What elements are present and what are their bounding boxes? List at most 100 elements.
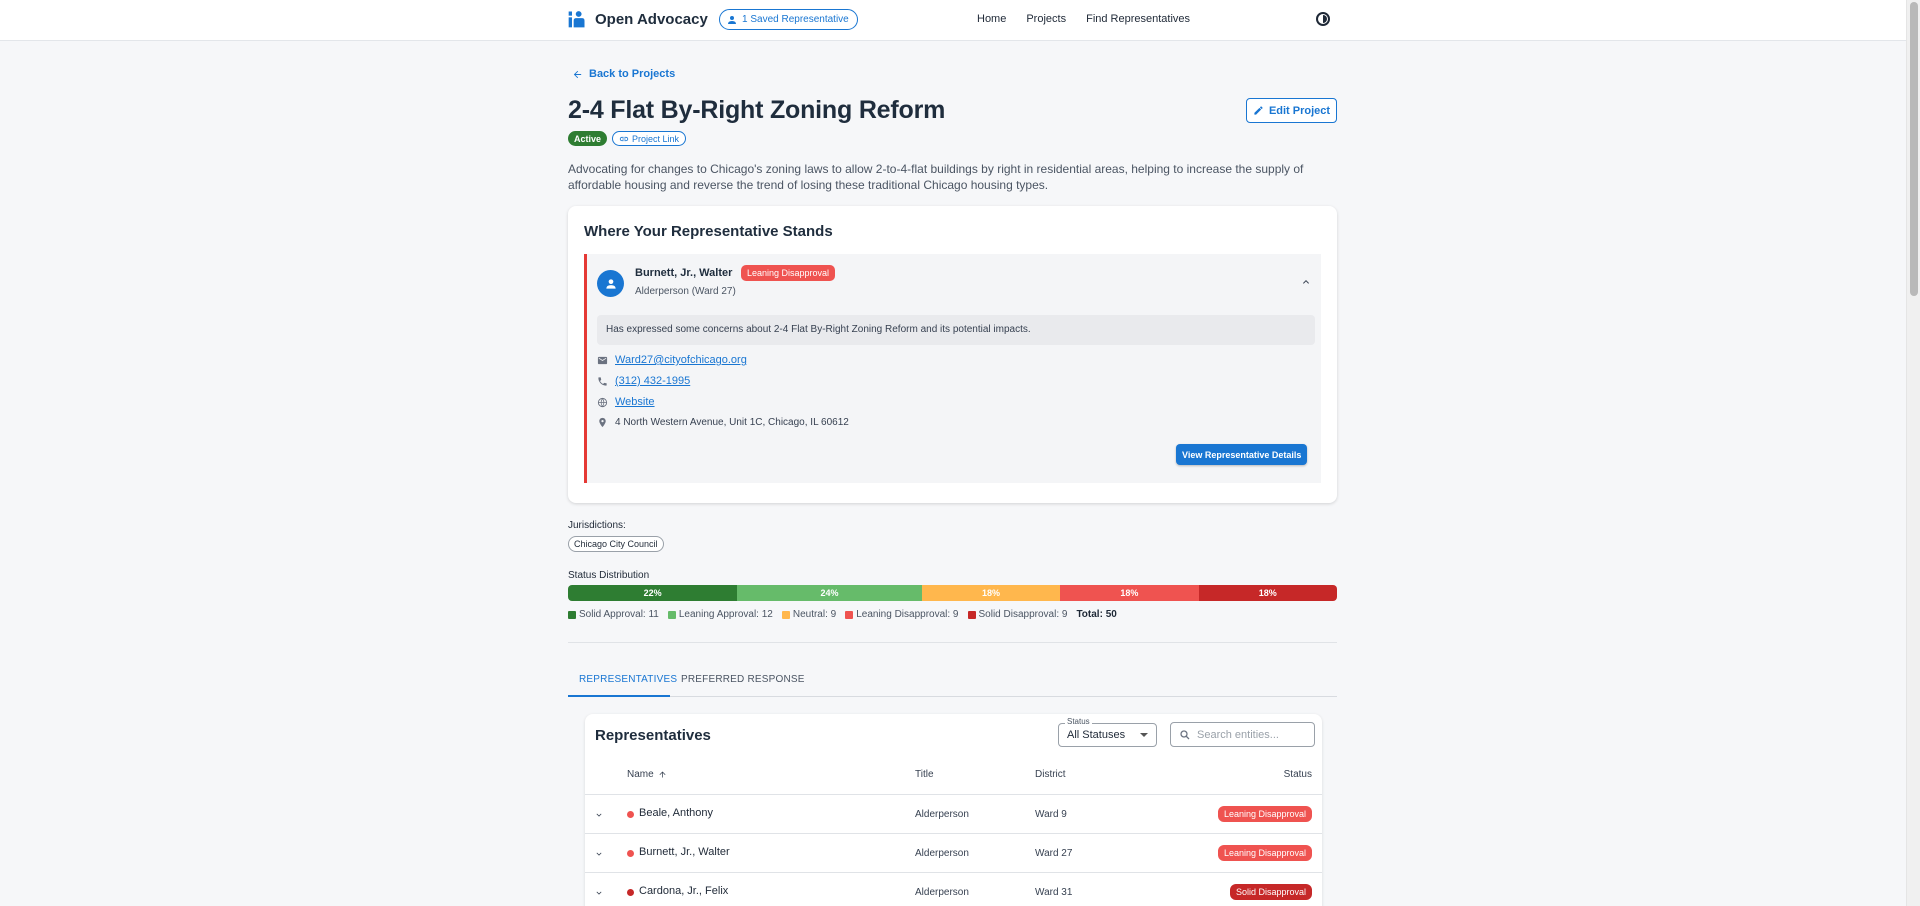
edit-project-label: Edit Project: [1268, 104, 1331, 117]
jurisdiction-chip: Chicago City Council: [568, 536, 664, 552]
legend-label: Neutral: 9: [792, 609, 837, 620]
representative-stand-card: Where Your Representative Stands Burnett…: [568, 206, 1337, 503]
status-dot: [627, 850, 634, 857]
row-district: Ward 27: [1035, 848, 1073, 859]
status-dot: [627, 889, 634, 896]
status-badge: Leaning Disapproval: [1217, 806, 1312, 822]
legend-item: Solid Approval: 11: [568, 609, 659, 620]
column-header-name-label: Name: [627, 769, 654, 780]
distribution-segment: 18%: [1198, 585, 1337, 601]
page-title: 2-4 Flat By-Right Zoning Reform: [568, 96, 946, 124]
chevron-up-icon[interactable]: [1300, 276, 1312, 288]
scroll-thumb[interactable]: [1910, 2, 1918, 296]
saved-representative-chip[interactable]: 1 Saved Representative: [719, 9, 858, 30]
project-tabs: REPRESENTATIVES PREFERRED RESPONSE: [568, 667, 1337, 697]
legend-item: Neutral: 9: [781, 609, 837, 620]
nav-home[interactable]: Home: [977, 13, 1006, 25]
representative-note: Has expressed some concerns about 2-4 Fl…: [597, 315, 1315, 345]
project-link-label: Project Link: [632, 133, 680, 144]
website-link[interactable]: Website: [615, 396, 655, 408]
table-row[interactable]: Beale, Anthony Alderperson Ward 9 Leaning D…: [585, 795, 1322, 834]
legend-swatch: [967, 610, 976, 619]
search-icon: [1180, 729, 1190, 739]
legend-total: Total: 50: [1076, 609, 1117, 620]
globe-icon: [597, 397, 608, 407]
nav-find-representatives[interactable]: Find Representatives: [1086, 13, 1190, 25]
distribution-segment: 18%: [921, 585, 1061, 601]
tab-representatives[interactable]: REPRESENTATIVES: [579, 674, 677, 685]
phone-icon: [598, 376, 607, 386]
legend-label: Leaning Approval: 12: [678, 609, 773, 620]
email-link[interactable]: Ward27@cityofchicago.org: [615, 354, 747, 366]
column-header-title[interactable]: Title: [915, 769, 934, 780]
active-tab-indicator: [568, 695, 670, 697]
representative-panel: Burnett, Jr., Walter Leaning Disapproval…: [584, 254, 1321, 483]
website-row: Website: [597, 396, 655, 408]
sort-arrow-up-icon: [659, 771, 666, 778]
phone-row: (312) 432-1995: [597, 375, 690, 387]
phone-link[interactable]: (312) 432-1995: [615, 375, 690, 387]
project-description: Advocating for changes to Chicago's zoni…: [568, 162, 1304, 192]
row-name: Beale, Anthony: [639, 807, 714, 819]
link-icon: [619, 136, 629, 141]
distribution-segment: 22%: [568, 585, 738, 601]
nav-projects[interactable]: Projects: [1026, 13, 1066, 25]
status-dot: [627, 811, 634, 818]
back-link-label: Back to Projects: [589, 68, 676, 80]
row-name: Cardona, Jr., Felix: [639, 885, 729, 897]
search-field[interactable]: [1170, 722, 1315, 747]
pencil-icon: [1254, 106, 1263, 115]
column-header-district[interactable]: District: [1035, 769, 1066, 780]
project-link-chip[interactable]: Project Link: [612, 131, 687, 146]
view-representative-details-button[interactable]: View Representative Details: [1176, 444, 1308, 465]
section-divider: [568, 642, 1337, 643]
column-header-status[interactable]: Status: [1284, 769, 1312, 780]
top-app-bar: Open Advocacy 1 Saved Representative Hom…: [0, 0, 1906, 41]
address-row: 4 North Western Avenue, Unit 1C, Chicago…: [597, 417, 849, 428]
row-title: Alderperson: [915, 887, 969, 898]
status-badge: Solid Disapproval: [1229, 884, 1312, 900]
theme-toggle-icon[interactable]: [1315, 11, 1331, 27]
row-title: Alderperson: [915, 809, 969, 820]
row-district: Ward 9: [1035, 809, 1067, 820]
avatar: [597, 270, 624, 297]
arrow-left-icon: [573, 70, 582, 78]
address-text: 4 North Western Avenue, Unit 1C, Chicago…: [615, 417, 849, 428]
chevron-down-icon[interactable]: [594, 810, 604, 820]
status-badge: Leaning Disapproval: [1217, 845, 1312, 861]
chevron-down-icon[interactable]: [594, 849, 604, 859]
search-input[interactable]: [1197, 728, 1307, 741]
legend-swatch: [845, 610, 854, 619]
status-filter-value: All Statuses: [1067, 729, 1126, 741]
table-title: Representatives: [595, 727, 711, 744]
person-icon: [605, 278, 616, 289]
brand[interactable]: Open Advocacy: [567, 9, 708, 29]
representatives-table-card: Representatives Status All Statuses Name…: [585, 714, 1322, 906]
column-header-name[interactable]: Name: [627, 769, 667, 780]
main-nav: Home Projects Find Representatives: [977, 13, 1190, 25]
legend-label: Leaning Disapproval: 9: [856, 609, 959, 620]
brand-name: Open Advocacy: [595, 10, 708, 28]
email-icon: [597, 356, 608, 364]
status-filter-select[interactable]: Status All Statuses: [1058, 717, 1157, 747]
edit-project-button[interactable]: Edit Project: [1246, 98, 1337, 123]
legend-swatch: [568, 610, 576, 619]
stand-card-title: Where Your Representative Stands: [584, 223, 833, 240]
logo-icon: [568, 11, 585, 28]
back-to-projects-link[interactable]: Back to Projects: [572, 68, 675, 80]
tab-preferred-response[interactable]: PREFERRED RESPONSE: [681, 674, 805, 685]
legend-item: Leaning Disapproval: 9: [845, 609, 959, 620]
status-distribution-legend: Solid Approval: 11 Leaning Approval: 12 Ne…: [568, 609, 1117, 620]
project-status-badge: Active: [568, 131, 608, 146]
chevron-down-icon[interactable]: [594, 888, 604, 898]
page-scrollbar[interactable]: [1906, 0, 1920, 906]
table-row[interactable]: Burnett, Jr., Walter Alderperson Ward 27 Le…: [585, 834, 1322, 873]
row-name: Burnett, Jr., Walter: [639, 846, 730, 858]
representative-name: Burnett, Jr., Walter: [635, 267, 733, 279]
status-badge: Leaning Disapproval: [741, 265, 836, 281]
status-distribution-label: Status Distribution: [568, 570, 650, 581]
location-pin-icon: [599, 417, 606, 428]
table-row[interactable]: Cardona, Jr., Felix Alderperson Ward 31 Sol…: [585, 873, 1322, 906]
distribution-segment: 18%: [1060, 585, 1199, 601]
legend-item: Solid Disapproval: 9: [967, 609, 1067, 620]
